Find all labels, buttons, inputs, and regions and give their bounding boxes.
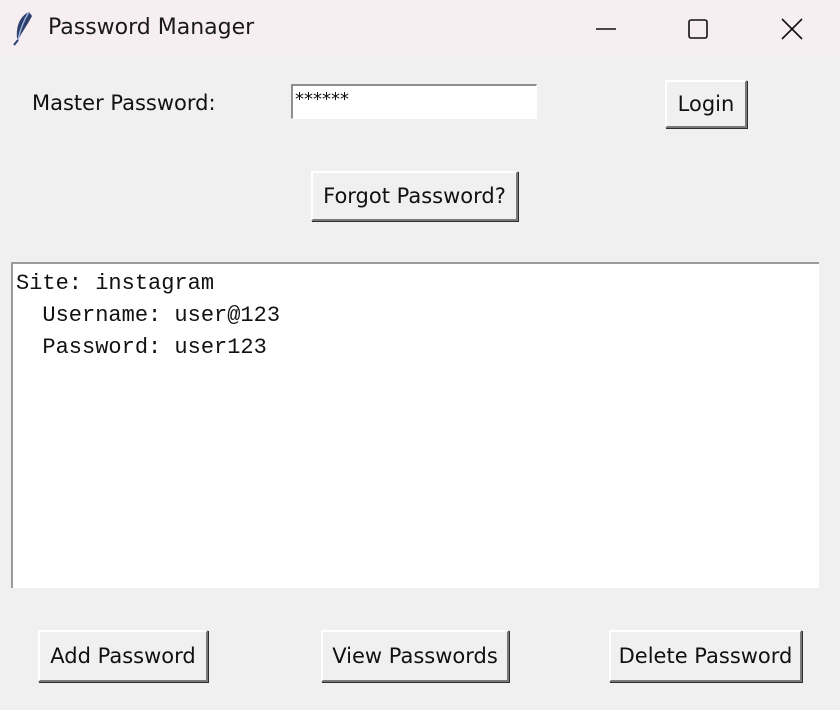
title-bar[interactable]: Password Manager bbox=[0, 0, 840, 57]
output-line-username: Username: user@123 bbox=[16, 303, 281, 328]
window-title: Password Manager bbox=[48, 15, 255, 40]
master-password-input[interactable]: ****** bbox=[291, 84, 537, 119]
close-icon bbox=[781, 17, 803, 40]
login-button[interactable]: Login bbox=[665, 80, 747, 128]
master-password-label: Master Password: bbox=[32, 91, 216, 115]
maximize-button[interactable] bbox=[652, 0, 744, 57]
output-line-password: Password: user123 bbox=[16, 335, 267, 360]
minimize-icon bbox=[596, 27, 616, 30]
feather-icon bbox=[13, 11, 32, 46]
add-password-button[interactable]: Add Password bbox=[38, 630, 208, 682]
view-passwords-button[interactable]: View Passwords bbox=[321, 630, 509, 682]
password-manager-window: Password Manager Master Password: ******… bbox=[0, 0, 840, 710]
minimize-button[interactable] bbox=[560, 0, 652, 57]
password-output-textbox[interactable]: Site: instagram Username: user@123 Passw… bbox=[11, 262, 819, 588]
output-line-site: Site: instagram bbox=[16, 271, 215, 296]
forgot-password-button[interactable]: Forgot Password? bbox=[311, 171, 518, 221]
delete-password-button[interactable]: Delete Password bbox=[609, 630, 802, 682]
maximize-icon bbox=[688, 18, 708, 39]
close-button[interactable] bbox=[746, 0, 838, 57]
